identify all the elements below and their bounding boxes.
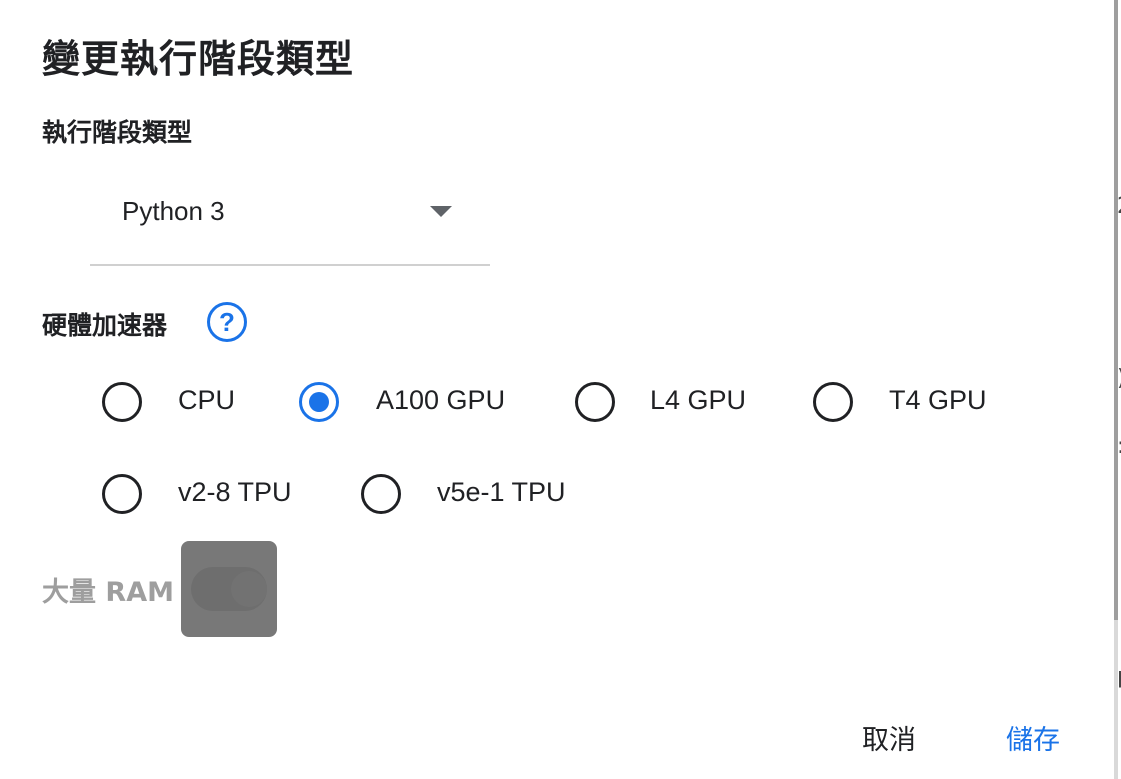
background-text-fragment: p — [1117, 664, 1121, 689]
radio-label-v2-8-tpu: v2-8 TPU — [178, 477, 292, 507]
help-icon[interactable]: ? — [207, 302, 247, 342]
radio-unchecked-icon — [102, 382, 142, 422]
cancel-button[interactable]: 取消 — [862, 718, 916, 757]
radio-checked-icon — [299, 382, 339, 422]
radio-unchecked-icon — [102, 474, 142, 514]
radio-label-cpu: CPU — [178, 385, 236, 415]
change-runtime-dialog: 變更執行階段類型 執行階段類型 Python 3 硬體加速器 ? CPU A10… — [0, 0, 1113, 779]
scrollbar-track[interactable] — [1114, 0, 1118, 620]
background-text-fragment: : — [1117, 434, 1121, 459]
dialog-title: 變更執行階段類型 — [42, 37, 355, 81]
runtime-type-value: Python 3 — [122, 196, 225, 226]
radio-label-a100-gpu: A100 GPU — [376, 385, 506, 415]
high-ram-label: 大量 RAM — [42, 577, 174, 608]
radio-label-t4-gpu: T4 GPU — [889, 385, 987, 415]
radio-unchecked-icon — [361, 474, 401, 514]
high-ram-toggle[interactable] — [181, 541, 277, 637]
background-page-edge: 2 ) : p — [1113, 0, 1121, 779]
runtime-type-label: 執行階段類型 — [42, 118, 193, 147]
toggle-knob — [231, 571, 267, 607]
radio-label-v5e-1-tpu: v5e-1 TPU — [437, 477, 566, 507]
toggle-track — [191, 567, 267, 611]
save-button[interactable]: 儲存 — [1006, 718, 1060, 757]
radio-label-l4-gpu: L4 GPU — [650, 385, 747, 415]
dropdown-caret-icon — [430, 206, 452, 217]
scrollbar-track-lower — [1114, 620, 1118, 779]
background-text-fragment: ) — [1117, 366, 1121, 391]
runtime-type-dropdown[interactable]: Python 3 — [90, 178, 490, 266]
radio-unchecked-icon — [575, 382, 615, 422]
hardware-accelerator-label: 硬體加速器 — [42, 311, 168, 340]
background-text-fragment: 2 — [1117, 194, 1121, 219]
radio-unchecked-icon — [813, 382, 853, 422]
